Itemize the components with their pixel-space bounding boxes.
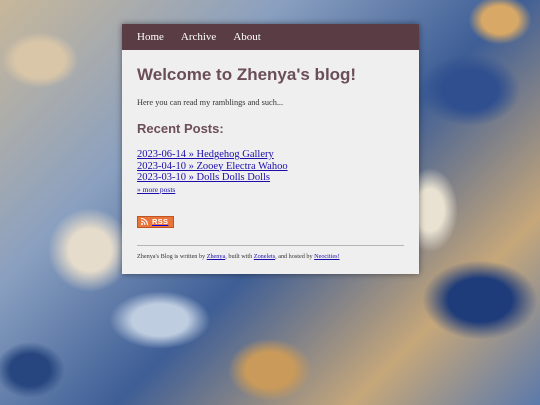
nav-archive-link[interactable]: Archive: [181, 31, 216, 43]
recent-posts-list: 2023-06-14 » Hedgehog Gallery 2023-04-10…: [137, 149, 404, 194]
nav-home-link[interactable]: Home: [137, 31, 164, 43]
blog-panel: Home Archive About Welcome to Zhenya's b…: [122, 24, 419, 274]
post-link[interactable]: 2023-06-14 » Hedgehog Gallery: [137, 149, 404, 161]
recent-posts-heading: Recent Posts:: [137, 121, 224, 136]
footer-text: , built with: [225, 253, 254, 260]
footer: Zhenya's Blog is written by Zhenya, buil…: [137, 253, 404, 260]
zonelets-link[interactable]: Zonelets: [254, 253, 275, 260]
rss-label: RSS: [152, 217, 169, 226]
footer-text: Zhenya's Blog is written by: [137, 253, 207, 260]
intro-text: Here you can read my ramblings and such.…: [137, 98, 284, 107]
nav-bar: Home Archive About: [122, 24, 419, 50]
footer-text: , and hosted by: [275, 253, 315, 260]
nav-about-link[interactable]: About: [233, 31, 261, 43]
rss-button[interactable]: RSS: [137, 215, 174, 228]
post-link[interactable]: 2023-04-10 » Zooey Electra Wahoo: [137, 161, 404, 173]
post-link[interactable]: 2023-03-10 » Dolls Dolls Dolls: [137, 172, 404, 184]
page-title: Welcome to Zhenya's blog!: [137, 65, 357, 84]
neocities-link[interactable]: Neocities!: [314, 253, 339, 260]
rss-feed-icon: [140, 217, 149, 226]
more-posts-link[interactable]: » more posts: [137, 185, 404, 194]
main-content: Welcome to Zhenya's blog! Here you can r…: [122, 65, 419, 260]
footer-divider: [137, 245, 404, 246]
author-link[interactable]: Zhenya: [207, 253, 226, 260]
